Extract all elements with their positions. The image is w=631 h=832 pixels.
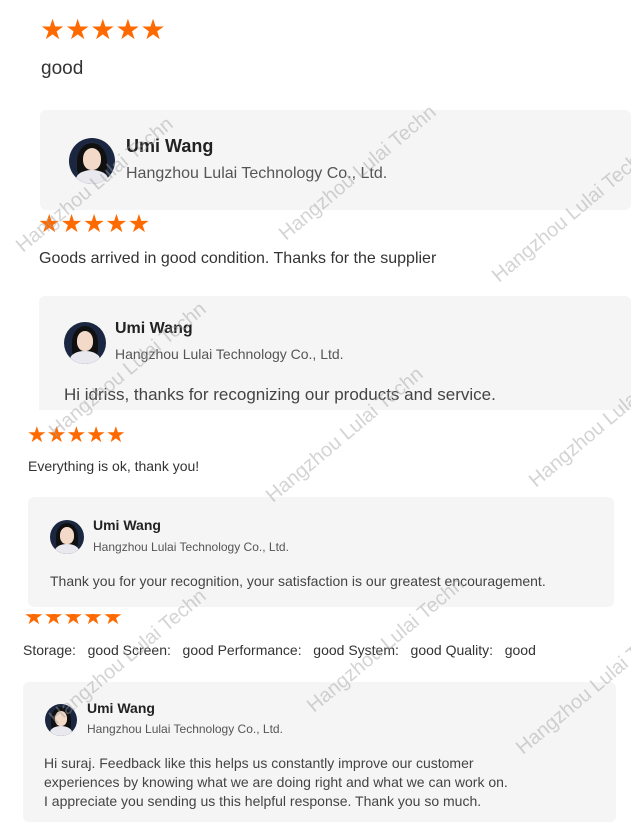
- reply-text: Hi idriss, thanks for recognizing our pr…: [64, 385, 496, 404]
- star-icon: ★: [63, 614, 84, 629]
- review-rating-stars: ★ ★ ★ ★ ★: [38, 212, 150, 237]
- star-icon: ★: [43, 614, 64, 629]
- star-icon: ★: [83, 614, 103, 629]
- reply-company: Hangzhou Lulai Technology Co., Ltd.: [87, 722, 283, 736]
- review-text: good: [41, 58, 84, 79]
- star-icon: ★: [105, 422, 126, 447]
- star-icon: ★: [46, 422, 67, 447]
- star-icon: ★: [65, 14, 91, 45]
- reply-company: Hangzhou Lulai Technology Co., Ltd.: [93, 540, 289, 554]
- reply-text-line: Hi suraj. Feedback like this helps us co…: [44, 755, 474, 771]
- star-icon: ★: [140, 14, 166, 45]
- review-rating-stars: ★ ★ ★ ★ ★: [27, 424, 126, 446]
- review-text: Everything is ok, thank you!: [28, 458, 200, 474]
- review-rating-stars: ★ ★ ★ ★ ★: [40, 16, 166, 44]
- avatar: [69, 138, 115, 184]
- review-rating-stars: ★ ★ ★ ★ ★: [24, 614, 144, 630]
- reply-text-line: experiences by knowing what we are doing…: [44, 774, 508, 790]
- reply-company: Hangzhou Lulai Technology Co., Ltd.: [115, 346, 344, 362]
- star-icon: ★: [102, 614, 123, 629]
- reply-author-name: Umi Wang: [126, 136, 214, 156]
- star-icon: ★: [105, 210, 128, 238]
- seller-reply: [40, 110, 631, 210]
- avatar: [50, 520, 84, 554]
- star-icon: ★: [66, 422, 87, 447]
- star-icon: ★: [90, 14, 116, 45]
- reply-author-name: Umi Wang: [115, 320, 193, 337]
- star-icon: ★: [27, 422, 47, 447]
- star-icon: ★: [60, 210, 83, 238]
- star-icon: ★: [127, 210, 151, 238]
- star-icon: ★: [82, 210, 106, 238]
- reply-company: Hangzhou Lulai Technology Co., Ltd.: [126, 165, 388, 182]
- reply-author-name: Umi Wang: [87, 700, 155, 716]
- review-attributes: Storage: good Screen: good Performance: …: [23, 642, 536, 658]
- avatar: [45, 704, 77, 736]
- review-text: Goods arrived in good condition. Thanks …: [39, 250, 437, 267]
- star-icon: ★: [38, 210, 61, 238]
- reply-author-name: Umi Wang: [93, 517, 161, 533]
- reply-text-line: I appreciate you sending us this helpful…: [44, 793, 482, 809]
- star-icon: ★: [40, 14, 66, 45]
- star-icon: ★: [24, 614, 44, 629]
- avatar: [64, 322, 106, 364]
- star-icon: ★: [115, 14, 141, 45]
- star-icon: ★: [86, 422, 106, 447]
- reply-text: Thank you for your recognition, your sat…: [50, 573, 546, 589]
